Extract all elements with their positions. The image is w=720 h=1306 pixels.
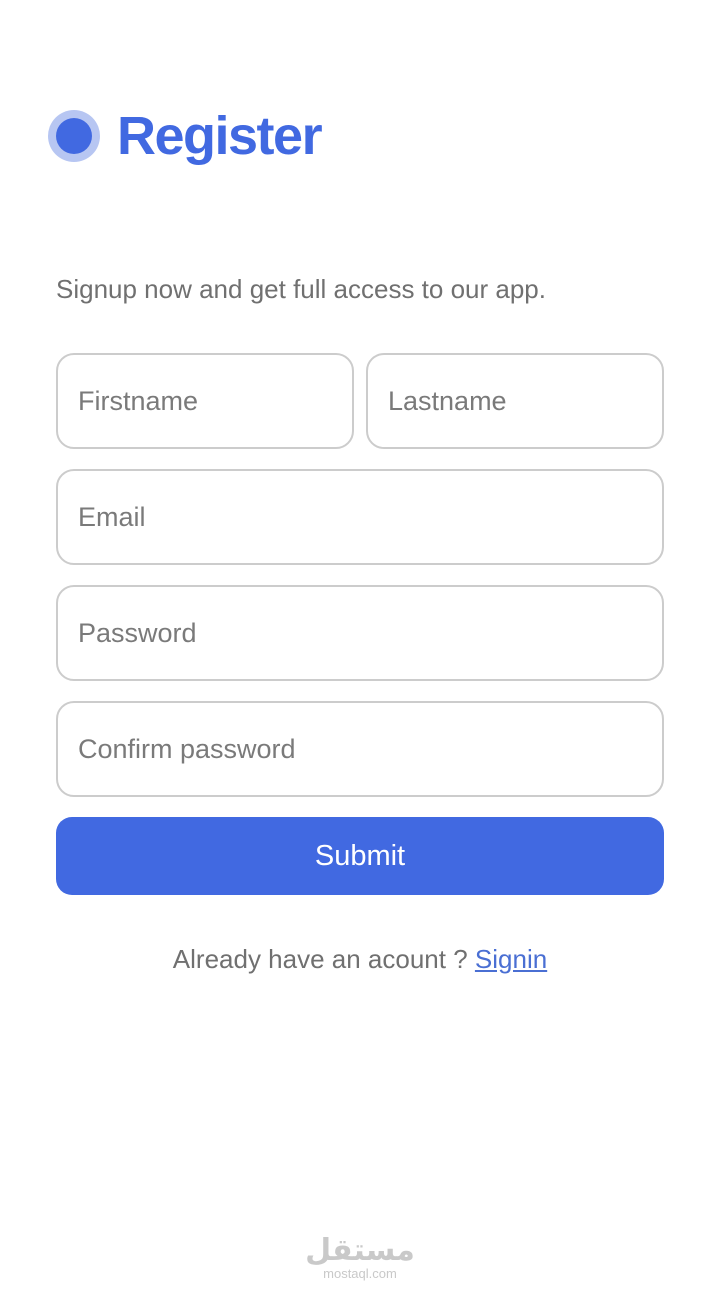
watermark-logo: مستقل mostaql.com [300, 1236, 420, 1282]
watermark-sub-text: mostaql.com [323, 1266, 397, 1281]
password-input[interactable] [56, 585, 664, 681]
signin-link[interactable]: Signin [475, 944, 547, 974]
signin-prompt: Already have an acount ? Signin [0, 940, 720, 978]
lastname-input[interactable] [366, 353, 664, 449]
email-input[interactable] [56, 469, 664, 565]
page-title: Register [117, 106, 323, 166]
signin-prompt-text: Already have an acount ? [172, 944, 475, 974]
submit-button[interactable]: Submit [56, 817, 664, 895]
firstname-input[interactable] [56, 353, 354, 449]
confirm-password-input[interactable] [56, 701, 664, 797]
watermark-main-text: مستقل [305, 1234, 415, 1267]
page-header: Register [48, 104, 323, 168]
page-subtitle: Signup now and get full access to our ap… [56, 274, 546, 304]
logo-circle-icon [48, 110, 100, 162]
